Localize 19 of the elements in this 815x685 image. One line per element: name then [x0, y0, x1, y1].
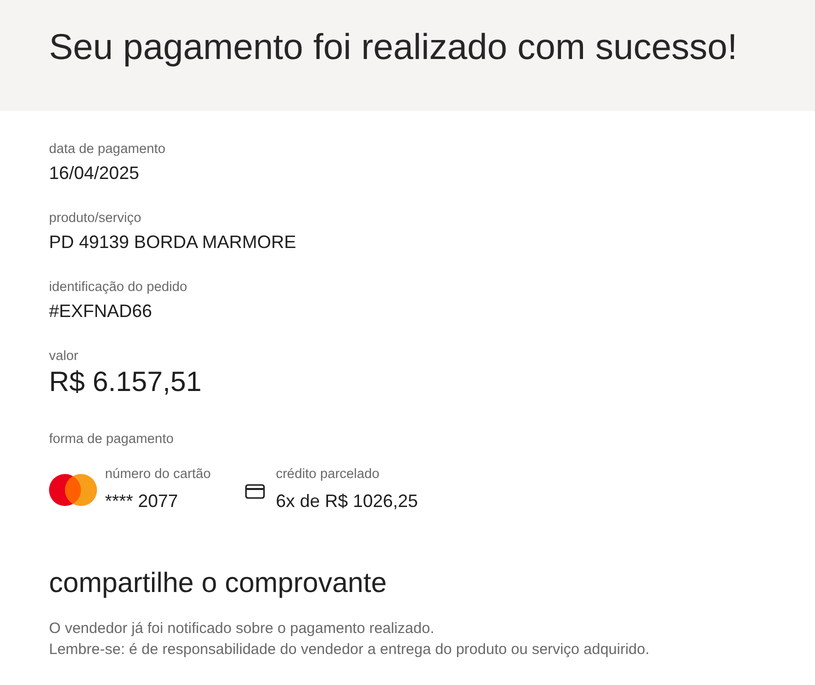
- payment-value: **** 2077: [105, 490, 180, 513]
- field-label: data de pagamento: [49, 140, 166, 158]
- info-text: Lembre-se: é de responsabilidade do vendedor a entrega do produto ou serviço adquirido.: [49, 640, 650, 660]
- section-title: compartilhe o comprovante: [49, 566, 388, 600]
- payment-label: número do cartão: [105, 465, 211, 483]
- info-text: O vendedor já foi notificado sobre o pagamento realizado.: [49, 619, 436, 639]
- field-label: forma de pagamento: [49, 430, 175, 448]
- credit-card-icon: [244, 484, 265, 499]
- field-label: identificação do pedido: [49, 278, 188, 296]
- field-value: PD 49139 BORDA MARMORE: [49, 231, 298, 254]
- field-value: 16/04/2025: [49, 162, 140, 185]
- card-brand-icon: [49, 474, 97, 506]
- field-value: #EXFNAD66: [49, 300, 154, 323]
- field-label: produto/serviço: [49, 209, 142, 227]
- payment-label: crédito parcelado: [276, 465, 380, 483]
- amount-value: R$ 6.157,51: [49, 365, 203, 399]
- page-title: Seu pagamento foi realizado com sucesso!: [49, 26, 738, 68]
- payment-value: 6x de R$ 1026,25: [276, 490, 418, 513]
- field-label: valor: [49, 347, 80, 365]
